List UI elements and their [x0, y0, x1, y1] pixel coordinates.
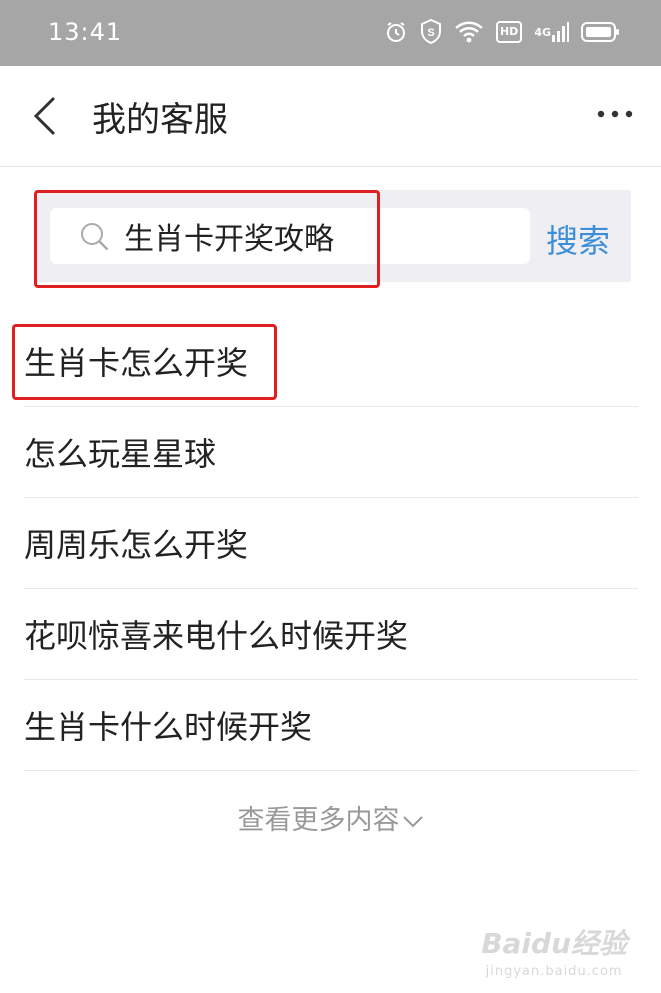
- back-button[interactable]: [28, 96, 68, 136]
- baidu-watermark: Baidu经验 jingyan.baidu.com: [481, 922, 627, 979]
- signal-icon: 4G: [534, 21, 569, 43]
- chevron-left-icon: [33, 96, 56, 136]
- wifi-icon: [454, 20, 484, 44]
- status-bar: 13:41 S HD 4G: [0, 0, 661, 66]
- search-input[interactable]: [124, 208, 524, 264]
- list-item[interactable]: 生肖卡什么时候开奖: [24, 680, 638, 771]
- list-item[interactable]: 怎么玩星星球: [24, 407, 638, 498]
- more-dots-icon: [597, 110, 633, 118]
- more-options-button[interactable]: [595, 102, 635, 126]
- search-icon: [81, 223, 109, 251]
- signal-network-label: 4G: [534, 25, 551, 39]
- chevron-down-icon: [402, 815, 423, 827]
- list-item[interactable]: 花呗惊喜来电什么时候开奖: [24, 589, 638, 680]
- alarm-icon: [384, 20, 408, 44]
- search-box[interactable]: [50, 208, 530, 264]
- svg-text:S: S: [427, 27, 434, 39]
- hd-badge: HD: [495, 21, 523, 43]
- status-icons: S HD 4G: [384, 19, 621, 45]
- status-time: 13:41: [48, 18, 123, 46]
- watermark-sub: jingyan.baidu.com: [485, 964, 623, 979]
- result-list: 生肖卡怎么开奖 怎么玩星星球 周周乐怎么开奖 花呗惊喜来电什么时候开奖 生肖卡什…: [24, 316, 638, 771]
- search-area: 搜索: [34, 190, 631, 282]
- search-button[interactable]: 搜索: [546, 216, 610, 262]
- battery-icon: [581, 21, 621, 43]
- list-item[interactable]: 周周乐怎么开奖: [24, 498, 638, 589]
- shield-icon: S: [420, 19, 442, 45]
- view-more-label: 查看更多内容: [237, 805, 400, 836]
- page-title: 我的客服: [92, 100, 228, 140]
- nav-bar: 我的客服: [0, 66, 661, 167]
- list-item[interactable]: 生肖卡怎么开奖: [24, 316, 638, 407]
- watermark-main: Baidu经验: [481, 927, 627, 960]
- view-more-link[interactable]: 查看更多内容: [0, 798, 661, 837]
